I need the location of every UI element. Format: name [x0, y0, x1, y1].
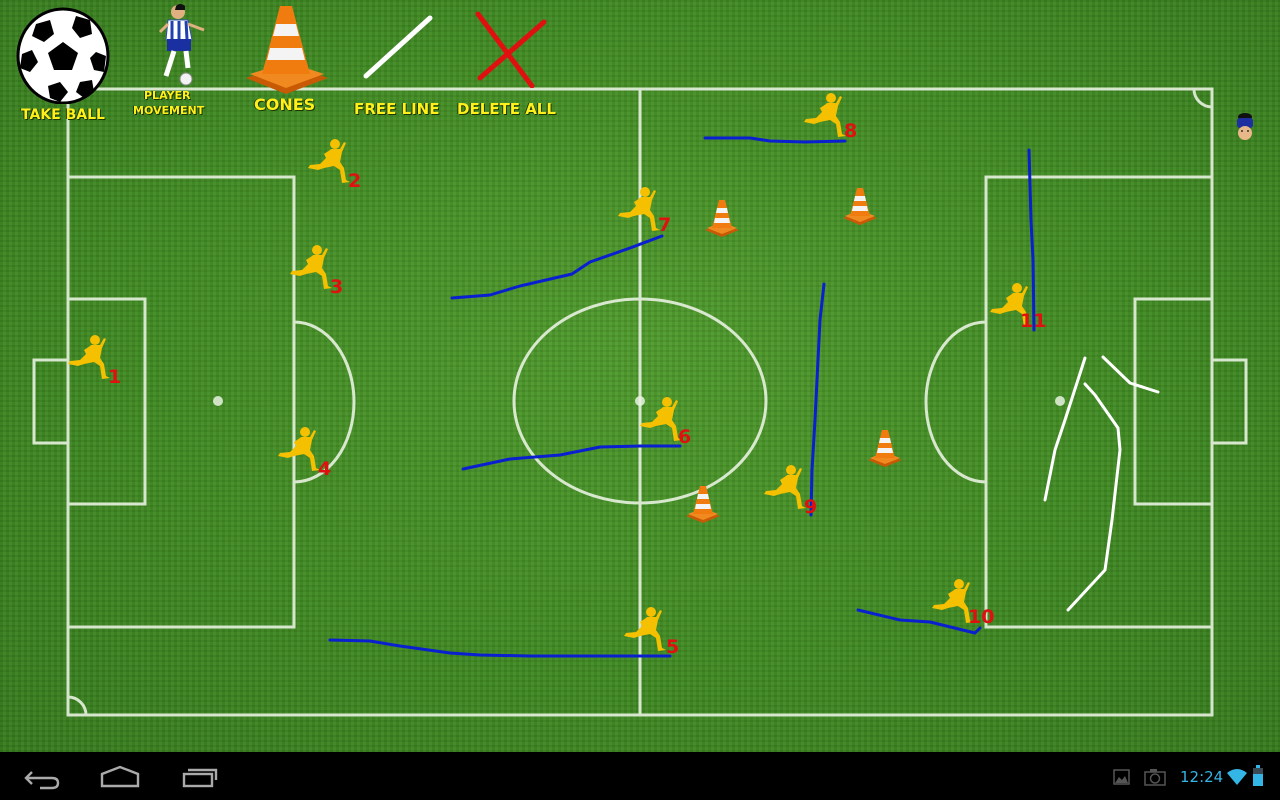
player-number-label: 9: [804, 496, 818, 518]
player-silhouette-icon: [308, 139, 350, 183]
gallery-icon: [1113, 769, 1130, 785]
white-line-icon: [363, 15, 433, 79]
player-2[interactable]: 2: [304, 138, 361, 191]
player-silhouette-icon: [278, 427, 320, 471]
back-button[interactable]: [18, 762, 68, 790]
system-navigation-bar: 12:24: [0, 752, 1280, 800]
player-movement-label-line1: PLAYER: [144, 89, 191, 102]
battery-icon: [1253, 765, 1263, 786]
player-number-label: 10: [968, 606, 995, 628]
wifi-icon: [1227, 769, 1247, 785]
corner-arc-tr: [1192, 88, 1213, 109]
player-silhouette-icon: [804, 93, 846, 137]
player-number-label: 1: [108, 366, 122, 388]
player-number-label: 7: [658, 214, 672, 236]
status-clock: 12:24: [1180, 768, 1224, 786]
right-goal: [1210, 358, 1248, 445]
traffic-cone-icon: [686, 486, 720, 523]
player-number-label: 6: [678, 426, 692, 448]
player-silhouette-icon: [68, 335, 110, 379]
left-penalty-spot: [213, 396, 223, 406]
free-line-2: [1101, 355, 1160, 394]
free-line-label: FREE LINE: [354, 100, 440, 118]
player-number-label: 3: [330, 276, 344, 298]
movement-line-player-6: [461, 444, 682, 471]
player-6[interactable]: 6: [636, 396, 692, 448]
right-goal-area: [1133, 297, 1214, 506]
home-icon: [100, 765, 140, 788]
training-cone[interactable]: [703, 198, 741, 238]
player-number-label: 8: [844, 120, 858, 142]
movement-line-player-7: [450, 234, 664, 300]
player-silhouette-icon: [764, 465, 806, 509]
soccer-field[interactable]: TAKE BALL PLAYER MOVEMENT CONES FREE LIN…: [0, 0, 1280, 752]
player-8[interactable]: 8: [800, 92, 858, 142]
free-line-button[interactable]: FREE LINE: [350, 10, 446, 122]
player-11[interactable]: 11: [986, 282, 1046, 331]
cones-label: CONES: [254, 95, 316, 114]
player-number-label: 5: [666, 636, 680, 658]
traffic-cone-icon: [843, 188, 877, 225]
cones-button[interactable]: CONES: [240, 2, 332, 114]
left-penalty-box: [66, 175, 296, 629]
red-x-icon: [475, 11, 547, 88]
player-7[interactable]: 7: [614, 186, 672, 236]
training-cone[interactable]: [866, 428, 904, 468]
right-penalty-arc: [924, 320, 987, 484]
player-3[interactable]: 3: [286, 244, 343, 297]
delete-all-label: DELETE ALL: [457, 100, 556, 118]
camera-icon: [1144, 769, 1166, 786]
player-number-label: 4: [318, 458, 332, 480]
take-ball-button[interactable]: TAKE BALL: [14, 4, 112, 124]
player-number-label: 2: [348, 170, 362, 192]
player-4[interactable]: 4: [274, 426, 331, 479]
home-button[interactable]: [98, 762, 148, 790]
corner-arc-bl: [67, 695, 88, 716]
player-1[interactable]: 1: [64, 334, 121, 387]
player-silhouette-icon: [624, 607, 666, 651]
free-line-1: [1043, 356, 1087, 502]
traffic-cone-icon: [705, 200, 739, 237]
training-cone[interactable]: [684, 484, 722, 524]
opponent-player-token-icon: [1237, 113, 1253, 140]
player-9[interactable]: 9: [760, 464, 817, 517]
opponent-player-token[interactable]: [1234, 110, 1256, 142]
player-5[interactable]: 5: [620, 606, 680, 658]
movement-line-player-5: [328, 638, 672, 658]
player-movement-button[interactable]: PLAYER MOVEMENT: [130, 2, 214, 120]
traffic-cone-icon: [246, 6, 328, 94]
take-ball-label: TAKE BALL: [21, 107, 105, 123]
left-goal: [32, 358, 70, 445]
player-silhouette-icon: [618, 187, 660, 231]
free-line-3: [1066, 382, 1122, 612]
delete-all-button[interactable]: DELETE ALL: [456, 8, 560, 122]
player-number-label: 11: [1020, 310, 1047, 332]
recent-apps-icon: [182, 768, 218, 788]
back-icon: [24, 771, 60, 790]
soccer-ball-icon: [16, 7, 110, 104]
left-goal-area: [66, 297, 147, 506]
player-10[interactable]: 10: [928, 578, 994, 627]
training-cone[interactable]: [841, 186, 879, 226]
player-movement-label-line2: MOVEMENT: [133, 104, 205, 117]
recent-apps-button[interactable]: [180, 762, 230, 790]
player-figure-icon: [158, 4, 205, 86]
traffic-cone-icon: [868, 430, 902, 467]
player-silhouette-icon: [290, 245, 332, 289]
right-penalty-spot: [1055, 396, 1065, 406]
